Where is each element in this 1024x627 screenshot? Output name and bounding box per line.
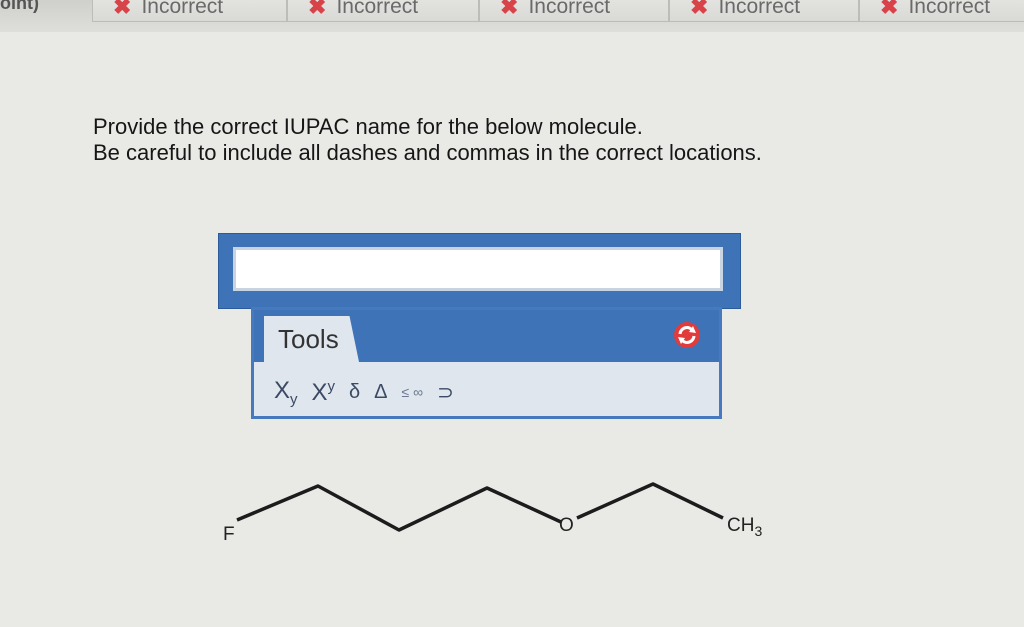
tools-header: Tools [254, 310, 719, 362]
attempt-status-label: Incorrect [141, 0, 224, 18]
attempt-tab-3[interactable]: ✖ Incorrect [479, 0, 669, 22]
attempt-tab-5[interactable]: ✖ Incorrect [859, 0, 1024, 22]
superscript-button[interactable]: Xy [312, 378, 336, 407]
question-line-1: Provide the correct IUPAC name for the b… [93, 114, 643, 139]
molecule-structure: F O CH3 [223, 482, 762, 545]
points-label: oint) [0, 0, 39, 13]
attempt-tab-2[interactable]: ✖ Incorrect [287, 0, 479, 22]
tools-tab[interactable]: Tools [264, 316, 359, 362]
delta-small-button[interactable]: δ [349, 381, 360, 404]
question-line-2: Be careful to include all dashes and com… [93, 140, 762, 165]
answer-input[interactable] [233, 247, 723, 291]
attempt-status-label: Incorrect [718, 0, 801, 18]
attempt-status-label: Incorrect [528, 0, 611, 18]
attempt-tab-4[interactable]: ✖ Incorrect [669, 0, 859, 22]
tools-row: Xy Xy δ Δ ≤ ∞ ⊃ [274, 372, 454, 412]
question-prompt: Provide the correct IUPAC name for the b… [93, 114, 762, 166]
carbon-chain-left [236, 484, 562, 532]
carbon-chain-right [576, 482, 724, 520]
answer-box [218, 233, 741, 309]
attempts-tab-strip: oint) ✖ Incorrect ✖ Incorrect ✖ Incorrec… [0, 0, 1024, 32]
tools-panel: Tools Xy Xy δ Δ ≤ ∞ ⊃ [251, 307, 722, 419]
arrow-button[interactable]: ⊃ [437, 380, 454, 405]
subscript-button[interactable]: Xy [274, 377, 298, 408]
oxygen-atom: O [559, 515, 574, 536]
incorrect-x-icon: ✖ [308, 0, 327, 19]
methyl-group: CH3 [727, 515, 762, 539]
leq-infinity-button[interactable]: ≤ ∞ [402, 384, 424, 400]
delta-capital-button[interactable]: Δ [374, 381, 387, 404]
incorrect-x-icon: ✖ [880, 0, 899, 19]
incorrect-x-icon: ✖ [113, 0, 132, 19]
attempt-tab-1[interactable]: ✖ Incorrect [92, 0, 287, 22]
refresh-icon[interactable] [672, 320, 702, 350]
incorrect-x-icon: ✖ [690, 0, 709, 19]
attempt-status-label: Incorrect [336, 0, 419, 18]
attempt-status-label: Incorrect [908, 0, 991, 18]
incorrect-x-icon: ✖ [500, 0, 519, 19]
fluorine-atom: F [223, 524, 235, 545]
